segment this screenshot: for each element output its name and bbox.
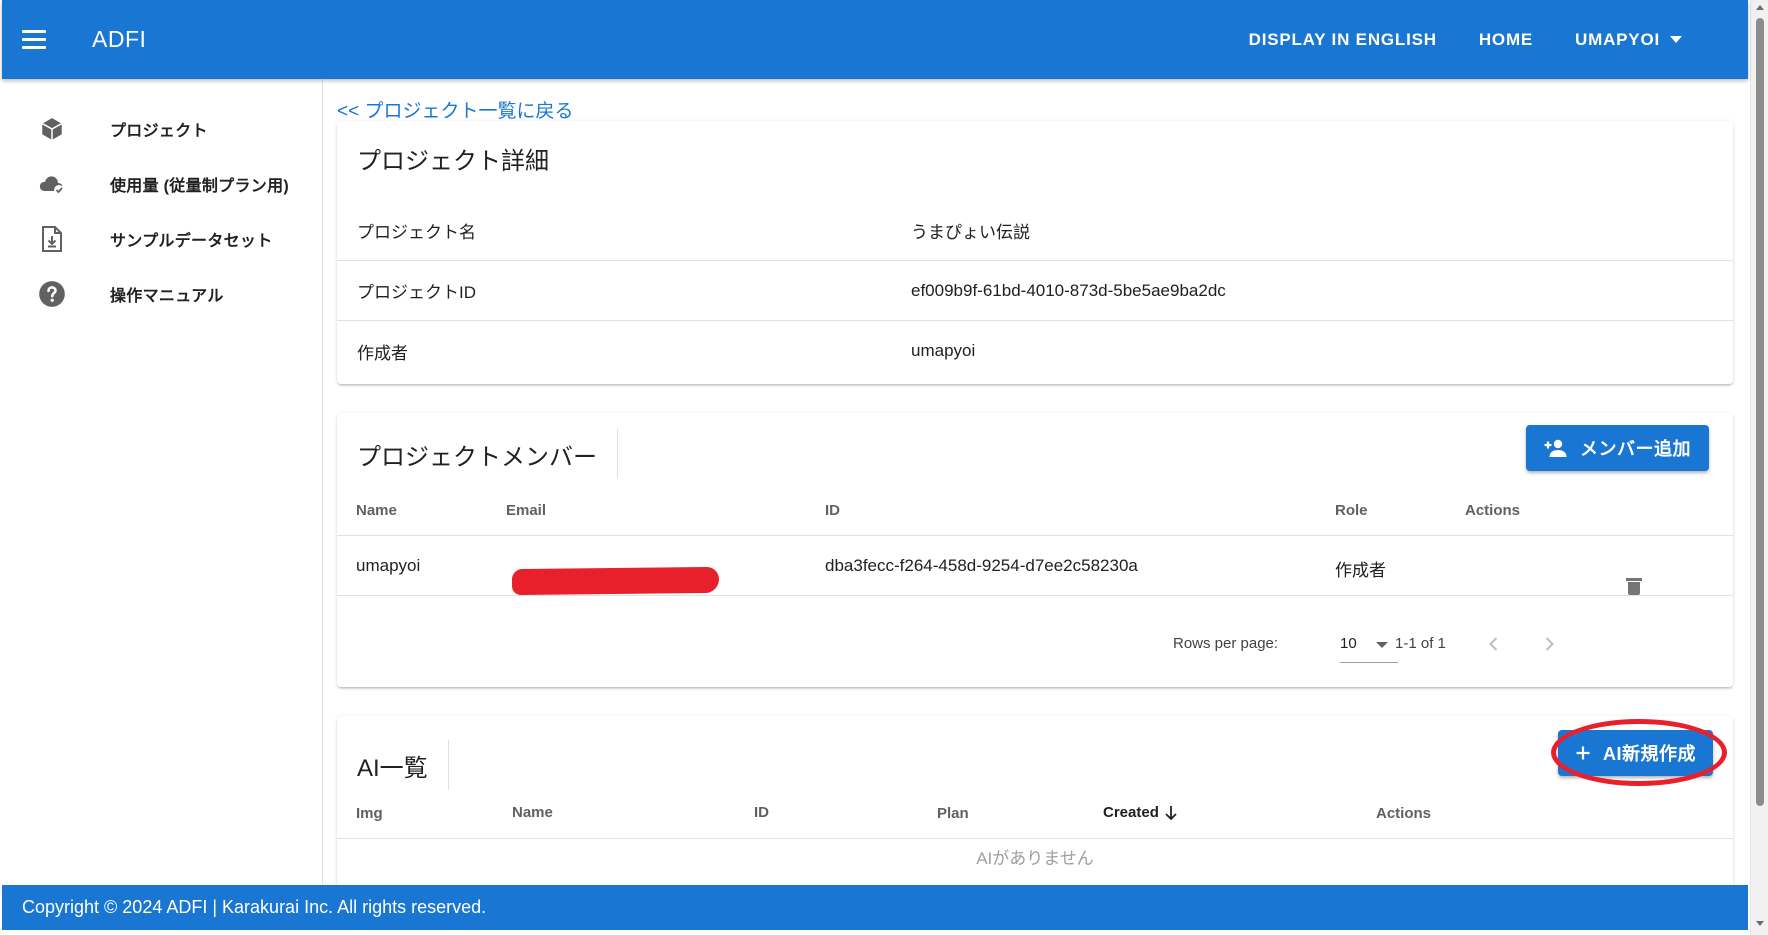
user-menu-button[interactable]: UMAPYOI (1554, 22, 1703, 58)
detail-row-project-name: プロジェクト名 うまぴょい伝説 (337, 201, 1733, 261)
detail-value: ef009b9f-61bd-4010-873d-5be5ae9ba2dc (911, 280, 1226, 300)
column-header-role[interactable]: Role (1335, 502, 1368, 519)
cube-icon (38, 115, 66, 143)
members-title: プロジェクトメンバー (357, 429, 618, 479)
main-content: << プロジェクト一覧に戻る プロジェクト詳細 プロジェクト名 うまぴょい伝説 … (324, 79, 1748, 885)
row-divider (337, 595, 1733, 596)
row-divider (337, 535, 1733, 536)
sidebar-item-label: サンプルデータセット (110, 232, 273, 250)
rows-per-page-select[interactable]: 10 (1340, 627, 1398, 663)
hamburger-menu-icon[interactable] (22, 25, 52, 55)
column-header-plan[interactable]: Plan (937, 805, 969, 822)
add-member-label: メンバー追加 (1580, 439, 1691, 459)
top-nav: DISPLAY IN ENGLISH HOME UMAPYOI (1228, 22, 1703, 58)
member-role: 作成者 (1335, 561, 1386, 580)
pagination-range: 1-1 of 1 (1395, 635, 1446, 652)
cloud-check-icon (38, 170, 66, 198)
column-header-name[interactable]: Name (512, 804, 553, 821)
ai-list-card: AI一覧 AI新規作成 Img Name ID Plan Created Act… (337, 716, 1733, 885)
sidebar-item-label: 使用量 (従量制プラン用) (110, 177, 290, 195)
person-add-icon (1544, 438, 1568, 458)
arrow-down-icon (1165, 805, 1177, 820)
sidebar: プロジェクト 使用量 (従量制プラン用) サンプルデータセット 操作マニュアル (0, 79, 323, 885)
detail-row-project-id: プロジェクトID ef009b9f-61bd-4010-873d-5be5ae9… (337, 261, 1733, 321)
back-to-projects-link[interactable]: << プロジェクト一覧に戻る (337, 96, 573, 123)
scroll-thumb[interactable] (1756, 18, 1764, 806)
column-header-id[interactable]: ID (754, 804, 769, 821)
column-header-actions: Actions (1376, 805, 1432, 822)
project-details-title: プロジェクト詳細 (357, 148, 549, 175)
scroll-down-icon[interactable] (1756, 921, 1764, 926)
app-bar: ADFI DISPLAY IN ENGLISH HOME UMAPYOI (2, 0, 1748, 79)
detail-key: 作成者 (357, 343, 408, 363)
sidebar-item-label: 操作マニュアル (110, 287, 224, 305)
delete-icon[interactable] (1626, 578, 1642, 595)
caret-down-icon (1670, 36, 1682, 43)
rows-per-page-value: 10 (1340, 635, 1357, 652)
user-name: UMAPYOI (1575, 29, 1660, 49)
column-header-email[interactable]: Email (506, 502, 546, 519)
scrollbar[interactable] (1750, 0, 1768, 935)
plus-icon (1575, 745, 1591, 761)
column-header-name[interactable]: Name (356, 502, 397, 519)
detail-value: うまぴょい伝説 (911, 223, 1030, 242)
display-in-english-button[interactable]: DISPLAY IN ENGLISH (1228, 22, 1458, 58)
help-circle-icon (38, 280, 66, 308)
detail-key: プロジェクトID (357, 283, 476, 302)
project-details-card: プロジェクト詳細 プロジェクト名 うまぴょい伝説 プロジェクトID ef009b… (337, 121, 1733, 384)
chevron-down-icon (1376, 642, 1388, 648)
members-header: プロジェクトメンバー メンバー追加 (337, 413, 1733, 493)
sidebar-item-manual[interactable]: 操作マニュアル (0, 266, 322, 321)
rows-per-page-label: Rows per page: (1173, 635, 1279, 652)
detail-value: umapyoi (911, 341, 976, 360)
home-button[interactable]: HOME (1458, 22, 1554, 58)
create-ai-label: AI新規作成 (1603, 744, 1696, 764)
member-name: umapyoi (356, 556, 421, 575)
app-title: ADFI (92, 26, 147, 52)
ai-list-header: AI一覧 AI新規作成 (337, 716, 1733, 796)
redacted-email (511, 566, 720, 596)
row-divider (337, 838, 1733, 839)
file-download-icon (38, 225, 66, 253)
column-header-created[interactable]: Created (1103, 804, 1178, 821)
column-header-actions: Actions (1465, 502, 1521, 519)
prev-page-icon[interactable] (1482, 632, 1506, 656)
project-members-card: プロジェクトメンバー メンバー追加 Name Email ID Role Act… (337, 413, 1733, 687)
column-header-img: Img (356, 805, 383, 822)
detail-row-creator: 作成者 umapyoi (337, 321, 1733, 381)
create-ai-button[interactable]: AI新規作成 (1558, 730, 1713, 776)
member-id: dba3fecc-f264-458d-9254-d7ee2c58230a (825, 556, 1138, 575)
column-header-id[interactable]: ID (825, 502, 840, 519)
empty-message: AIがありません (976, 849, 1094, 868)
sidebar-item-usage[interactable]: 使用量 (従量制プラン用) (0, 156, 322, 211)
ai-list-title: AI一覧 (357, 740, 449, 790)
copyright-text: Copyright © 2024 ADFI | Karakurai Inc. A… (22, 897, 487, 917)
created-label: Created (1103, 804, 1159, 821)
footer: Copyright © 2024 ADFI | Karakurai Inc. A… (2, 885, 1748, 930)
scroll-up-icon[interactable] (1756, 5, 1764, 10)
sidebar-item-sample-datasets[interactable]: サンプルデータセット (0, 211, 322, 266)
detail-key: プロジェクト名 (357, 223, 476, 242)
add-member-button[interactable]: メンバー追加 (1526, 425, 1709, 471)
sidebar-item-label: プロジェクト (110, 122, 208, 140)
sidebar-item-projects[interactable]: プロジェクト (0, 101, 322, 156)
next-page-icon[interactable] (1537, 632, 1561, 656)
